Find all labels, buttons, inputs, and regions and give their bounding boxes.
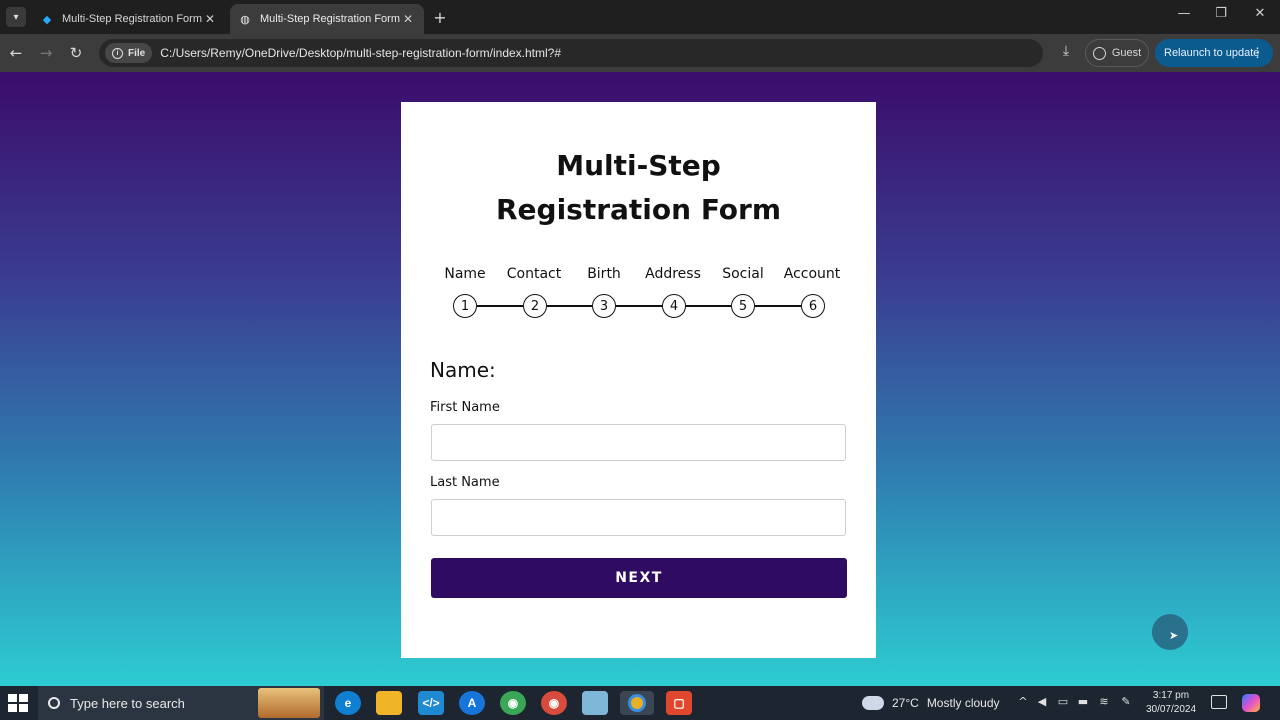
registration-card: Multi-Step Registration Form Name Contac… <box>401 102 876 658</box>
next-button[interactable]: NEXT <box>431 558 847 598</box>
battery-icon[interactable]: ▬ <box>1075 695 1091 708</box>
chrome-icon[interactable] <box>620 691 654 715</box>
new-tab-button[interactable]: + <box>430 8 450 27</box>
step-label-name: Name <box>444 266 486 282</box>
browser-tab-bar: ▾ ◆ Multi-Step Registration Form U ✕ ◍ M… <box>0 0 1280 34</box>
globe-icon: ◍ <box>240 13 250 26</box>
search-icon <box>48 697 60 709</box>
chevron-up-icon[interactable]: ^ <box>1015 695 1031 708</box>
step-circle-5: 5 <box>731 294 755 318</box>
drupal-icon: ◆ <box>42 13 52 26</box>
tab-inactive[interactable]: ◆ Multi-Step Registration Form U ✕ <box>32 4 226 34</box>
step-connector <box>616 305 662 307</box>
relaunch-label: Relaunch to update <box>1164 47 1260 59</box>
first-name-label: First Name <box>430 400 500 415</box>
taskbar: Type here to search e </> A ◉ ◉ ▢ 27°C M… <box>0 686 1280 720</box>
tab-search-button[interactable]: ▾ <box>6 7 26 27</box>
cloud-icon <box>862 696 884 710</box>
clock-time: 3:17 pm <box>1152 690 1190 701</box>
title-line-2: Registration Form <box>495 193 782 226</box>
step-label-social: Social <box>722 266 764 282</box>
weather-widget[interactable]: 27°C Mostly cloudy <box>862 686 1000 720</box>
step-label-contact: Contact <box>506 266 562 282</box>
restore-icon[interactable]: ❐ <box>1209 6 1233 21</box>
first-name-input[interactable] <box>431 424 846 461</box>
step-circle-4: 4 <box>662 294 686 318</box>
step-label-address: Address <box>645 266 701 282</box>
copilot-icon[interactable] <box>1242 694 1260 712</box>
download-icon[interactable]: ⤓ <box>1056 43 1076 63</box>
step-connector <box>547 305 592 307</box>
speaker-icon[interactable]: ◀ <box>1034 695 1050 708</box>
step-connector <box>755 305 801 307</box>
file-explorer-icon[interactable] <box>376 691 402 715</box>
forward-icon[interactable]: → <box>36 43 56 63</box>
browser-toolbar: ← → ↻ i File C:/Users/Remy/OneDrive/Desk… <box>0 34 1280 72</box>
last-name-label: Last Name <box>430 475 500 490</box>
last-name-input[interactable] <box>431 499 846 536</box>
wifi-icon[interactable]: ≋ <box>1096 695 1112 708</box>
close-window-icon[interactable]: ✕ <box>1248 6 1272 21</box>
step-circle-2: 2 <box>523 294 547 318</box>
tab-active[interactable]: ◍ Multi-Step Registration Form ✕ <box>230 4 424 34</box>
weather-condition: Mostly cloudy <box>926 696 1000 710</box>
mouse-cursor-icon: ➤ <box>1169 629 1179 642</box>
close-icon[interactable]: ✕ <box>400 12 416 26</box>
title-line-1: Multi-Step <box>556 149 721 182</box>
step-circle-1: 1 <box>453 294 477 318</box>
step-circle-3: 3 <box>592 294 616 318</box>
relaunch-button[interactable]: Relaunch to update ⋮ <box>1155 39 1273 67</box>
page-viewport: Multi-Step Registration Form Name Contac… <box>0 72 1280 686</box>
address-bar[interactable]: i File C:/Users/Remy/OneDrive/Desktop/mu… <box>99 39 1043 67</box>
step-connector <box>477 305 523 307</box>
screen-recorder-icon[interactable]: ▢ <box>666 691 692 715</box>
notification-icon[interactable] <box>1211 695 1227 709</box>
close-icon[interactable]: ✕ <box>202 12 218 26</box>
step-label-birth: Birth <box>587 266 621 282</box>
tab-title: Multi-Step Registration Form <box>260 13 400 25</box>
clock-date: 30/07/2024 <box>1145 704 1197 715</box>
chrome-icon[interactable]: ◉ <box>541 691 567 715</box>
site-info-chip[interactable]: i File <box>105 43 153 63</box>
back-icon[interactable]: ← <box>6 43 26 63</box>
search-highlight-image <box>258 688 320 718</box>
info-icon: i <box>112 47 123 59</box>
reload-icon[interactable]: ↻ <box>66 43 86 63</box>
profile-icon <box>1092 46 1106 60</box>
menu-dots-icon[interactable]: ⋮ <box>1251 45 1264 61</box>
profile-button[interactable]: Guest <box>1085 39 1149 67</box>
url-text[interactable]: C:/Users/Remy/OneDrive/Desktop/multi-ste… <box>160 46 561 60</box>
search-placeholder: Type here to search <box>70 695 185 711</box>
step-label-account: Account <box>783 266 841 282</box>
pen-icon[interactable]: ✎ <box>1118 695 1134 708</box>
page-title: Multi-Step Registration Form <box>401 144 876 232</box>
display-icon[interactable]: ▭ <box>1055 695 1071 708</box>
notes-icon[interactable] <box>582 691 608 715</box>
chip-label: File <box>128 47 146 59</box>
step-indicator: Name Contact Birth Address Social Accoun… <box>431 262 851 322</box>
taskbar-clock[interactable]: 3:17 pm 30/07/2024 <box>1140 689 1202 717</box>
section-title: Name: <box>430 358 496 382</box>
weather-temp: 27°C <box>892 696 919 710</box>
edge-icon[interactable]: e <box>335 691 361 715</box>
vscode-icon[interactable]: </> <box>418 691 444 715</box>
app-store-icon[interactable]: A <box>459 691 485 715</box>
step-connector <box>686 305 731 307</box>
step-circle-6: 6 <box>801 294 825 318</box>
chrome-icon[interactable]: ◉ <box>500 691 526 715</box>
tab-title: Multi-Step Registration Form U <box>62 13 202 25</box>
windows-start-icon[interactable] <box>8 694 28 712</box>
profile-label: Guest <box>1111 47 1142 59</box>
minimize-icon[interactable]: — <box>1172 6 1196 21</box>
